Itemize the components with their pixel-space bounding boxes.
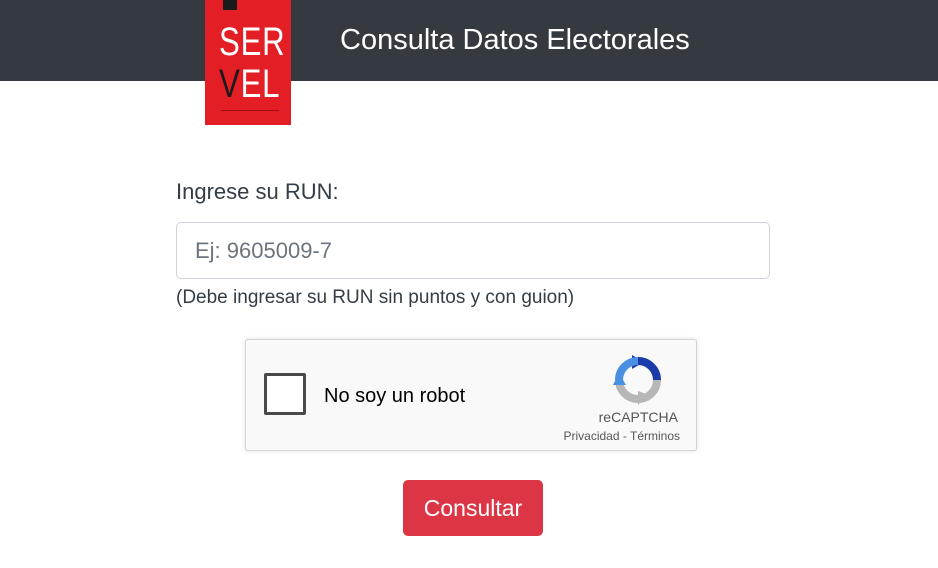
link-separator: - <box>619 429 630 443</box>
servel-logo: SER VEL <box>205 0 291 125</box>
recaptcha-label: No soy un robot <box>324 385 466 407</box>
terms-link[interactable]: Términos <box>630 429 680 443</box>
recaptcha-links: Privacidad - Términos <box>546 429 681 443</box>
top-navbar: Consulta Datos Electorales <box>0 0 938 81</box>
run-input[interactable] <box>176 222 770 279</box>
recaptcha-widget: No soy un robot reCAPTCHA Privacidad - T… <box>245 339 697 451</box>
consultar-button[interactable]: Consultar <box>403 480 543 536</box>
recaptcha-logo-icon <box>613 355 661 405</box>
logo-text-line2: VEL <box>219 64 280 104</box>
logo-text-v: V <box>219 62 241 106</box>
logo-text-line1: SER <box>219 20 286 64</box>
page: Consulta Datos Electorales SER VEL Ingre… <box>0 0 938 568</box>
recaptcha-brand: reCAPTCHA <box>598 409 678 425</box>
page-title: Consulta Datos Electorales <box>340 24 690 56</box>
privacy-link[interactable]: Privacidad <box>564 429 620 443</box>
logo-text-el: EL <box>240 62 281 106</box>
recaptcha-checkbox[interactable] <box>264 373 306 415</box>
logo-notch <box>223 0 237 10</box>
logo-rule <box>221 110 279 111</box>
run-help-text: (Debe ingresar su RUN sin puntos y con g… <box>176 287 575 308</box>
run-label: Ingrese su RUN: <box>176 179 339 204</box>
